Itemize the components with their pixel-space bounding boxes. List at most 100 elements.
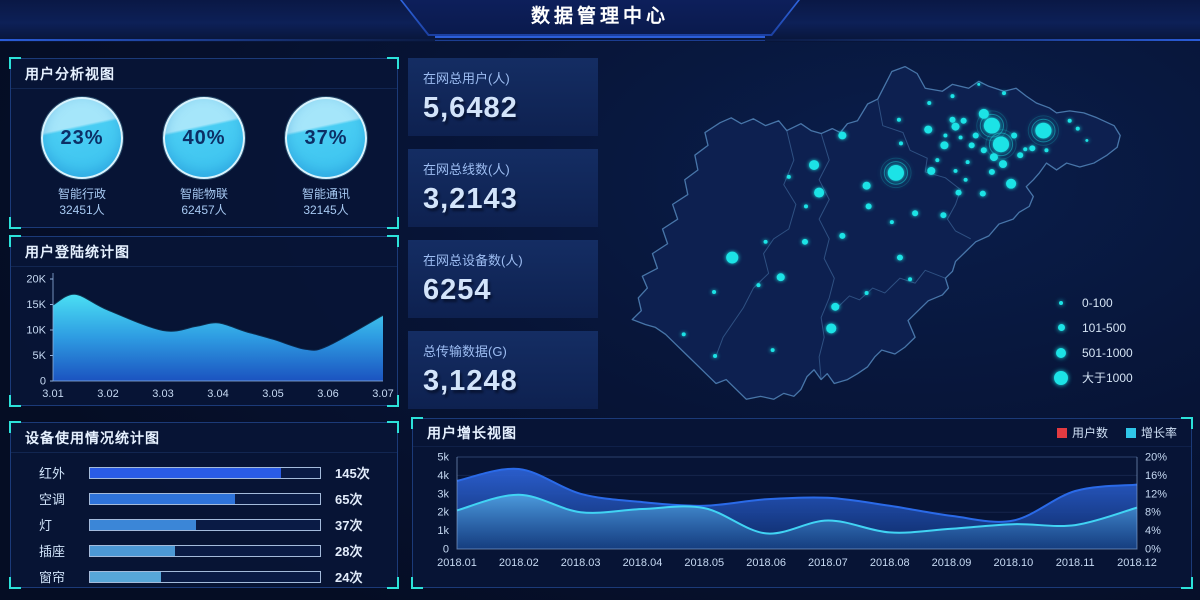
svg-text:5k: 5k xyxy=(437,452,449,464)
legend-item-growth-rate[interactable]: 增长率 xyxy=(1126,424,1177,441)
bar-track xyxy=(89,519,321,531)
bar-row: 窗帘 24次 xyxy=(39,569,383,584)
bar-label: 空调 xyxy=(39,489,89,508)
liquid-gauge-circle: 23% xyxy=(41,97,123,179)
svg-text:2018.04: 2018.04 xyxy=(623,557,663,569)
region-map: 0-100 101-500 501-1000 大于1000 xyxy=(612,42,1198,416)
liquid-gauge: 23% 智能行政32451人 xyxy=(27,97,137,218)
svg-text:3.03: 3.03 xyxy=(152,388,173,400)
bar-fill xyxy=(90,520,196,530)
svg-text:12%: 12% xyxy=(1145,488,1167,500)
bar-track xyxy=(89,571,321,583)
gauge-name: 智能行政 xyxy=(27,186,137,202)
bar-row: 红外 145次 xyxy=(39,465,383,480)
svg-text:3.06: 3.06 xyxy=(317,388,338,400)
bar-label: 插座 xyxy=(39,541,89,560)
growth-chart: 00%1k4%2k8%3k12%4k16%5k20%2018.012018.02… xyxy=(413,447,1191,585)
header-underline-decoration xyxy=(435,36,765,41)
stat-label: 在网总设备数(人) xyxy=(423,250,583,269)
corner-accent xyxy=(1181,417,1193,429)
corner-accent xyxy=(387,421,399,433)
corner-accent xyxy=(9,57,21,69)
legend-swatch-icon xyxy=(1057,428,1067,438)
corner-accent xyxy=(387,235,399,247)
svg-text:3k: 3k xyxy=(437,488,449,500)
panel-title: 用户登陆统计图 xyxy=(11,237,397,267)
bar-row: 插座 28次 xyxy=(39,543,383,558)
stat-value: 6254 xyxy=(423,274,583,307)
corner-accent xyxy=(1181,577,1193,589)
stat-value: 5,6482 xyxy=(423,92,583,125)
bar-value: 24次 xyxy=(321,567,383,586)
liquid-gauge: 37% 智能通讯32145人 xyxy=(271,97,381,218)
bar-fill xyxy=(90,546,175,556)
svg-text:2018.06: 2018.06 xyxy=(746,557,786,569)
bar-track xyxy=(89,545,321,557)
corner-accent xyxy=(9,421,21,433)
gauge-name: 智能通讯 xyxy=(271,186,381,202)
corner-accent xyxy=(9,235,21,247)
bar-row: 空调 65次 xyxy=(39,491,383,506)
login-chart: 05K10K15K20K3.013.023.033.043.053.063.07 xyxy=(11,267,397,405)
device-bar-chart: 红外 145次 空调 65次 灯 37次 插座 28次 窗帘 xyxy=(11,453,397,584)
legend-dot-icon xyxy=(1059,301,1063,305)
liquid-gauge-circle: 37% xyxy=(285,97,367,179)
svg-text:2018.08: 2018.08 xyxy=(870,557,910,569)
legend-label: 101-500 xyxy=(1082,321,1126,335)
panel-user-growth: 用户增长视图 用户数 增长率 00%1k4%2k8%3k12%4k16%5k20… xyxy=(412,418,1192,588)
legend-dot-icon xyxy=(1058,324,1065,331)
svg-text:1k: 1k xyxy=(437,525,449,537)
panel-device-usage: 设备使用情况统计图 红外 145次 空调 65次 灯 37次 插座 28次 xyxy=(10,422,398,588)
panel-login-stats: 用户登陆统计图 05K10K15K20K3.013.023.033.043.05… xyxy=(10,236,398,406)
gauge-name: 智能物联 xyxy=(149,186,259,202)
svg-text:2k: 2k xyxy=(437,507,449,519)
stat-value: 3,1248 xyxy=(423,365,583,398)
svg-text:0%: 0% xyxy=(1145,544,1161,556)
bar-value: 65次 xyxy=(321,489,383,508)
corner-accent xyxy=(387,57,399,69)
stat-card-total-users: 在网总用户(人) 5,6482 xyxy=(408,58,598,136)
legend-item-users[interactable]: 用户数 xyxy=(1057,424,1108,441)
svg-text:2018.09: 2018.09 xyxy=(932,557,972,569)
gauge-percent: 23% xyxy=(60,127,103,150)
bar-label: 红外 xyxy=(39,463,89,482)
corner-accent xyxy=(9,395,21,407)
legend-label: 501-1000 xyxy=(1082,346,1133,360)
corner-accent xyxy=(9,577,21,589)
dashboard: 数据管理中心 用户分析视图 23% 智能行政32451人 40% 智能物联624… xyxy=(0,0,1200,600)
panel-title: 设备使用情况统计图 xyxy=(11,423,397,453)
svg-text:5K: 5K xyxy=(33,350,47,362)
svg-text:20K: 20K xyxy=(26,274,46,286)
bar-value: 145次 xyxy=(321,463,383,482)
svg-text:20%: 20% xyxy=(1145,452,1167,464)
bar-label: 灯 xyxy=(39,515,89,534)
legend-item: 大于1000 xyxy=(1052,369,1133,386)
svg-text:3.01: 3.01 xyxy=(42,388,63,400)
bar-track xyxy=(89,493,321,505)
stat-card-total-devices: 在网总设备数(人) 6254 xyxy=(408,240,598,318)
svg-text:0: 0 xyxy=(40,376,46,388)
page-title: 数据管理中心 xyxy=(402,0,798,34)
liquid-gauge-circle: 40% xyxy=(163,97,245,179)
bar-track xyxy=(89,467,321,479)
legend-dot-icon xyxy=(1056,348,1066,358)
header: 数据管理中心 xyxy=(0,0,1200,42)
svg-text:10K: 10K xyxy=(26,325,46,337)
corner-accent xyxy=(9,217,21,229)
svg-text:16%: 16% xyxy=(1145,470,1167,482)
legend-swatch-icon xyxy=(1126,428,1136,438)
svg-text:2018.11: 2018.11 xyxy=(1056,557,1095,569)
svg-text:4k: 4k xyxy=(437,470,449,482)
bar-fill xyxy=(90,494,235,504)
bar-label: 窗帘 xyxy=(39,567,89,586)
bar-row: 灯 37次 xyxy=(39,517,383,532)
stat-label: 在网总线数(人) xyxy=(423,159,583,178)
bar-value: 37次 xyxy=(321,515,383,534)
map-legend: 0-100 101-500 501-1000 大于1000 xyxy=(1052,294,1133,386)
corner-accent xyxy=(387,395,399,407)
svg-text:2018.12: 2018.12 xyxy=(1117,557,1157,569)
growth-legend: 用户数 增长率 xyxy=(1057,424,1177,441)
legend-dot-icon xyxy=(1054,371,1068,385)
legend-label: 0-100 xyxy=(1082,296,1113,310)
svg-text:2018.01: 2018.01 xyxy=(437,557,477,569)
